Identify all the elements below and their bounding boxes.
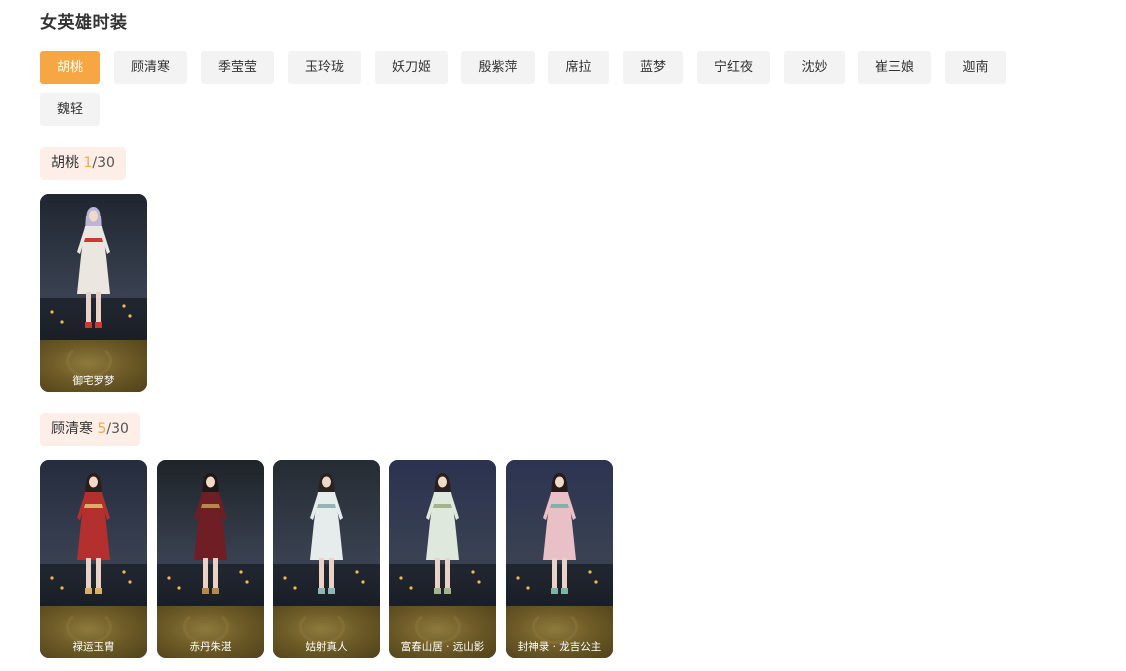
total-count: /30: [106, 421, 129, 437]
skin-portrait: [506, 460, 613, 606]
tab-yinziping[interactable]: 殷紫萍: [461, 51, 535, 84]
skin-name: 赤丹朱湛: [189, 641, 232, 653]
skin-portrait: [40, 194, 147, 340]
skin-name: 御宅罗梦: [72, 375, 115, 387]
skin-name: 姑射真人: [305, 641, 348, 653]
skin-card[interactable]: 富春山居 · 远山影: [389, 460, 496, 658]
skin-portrait: [157, 460, 264, 606]
tab-ninghongye[interactable]: 宁红夜: [697, 51, 770, 84]
section-header-hutao: 胡桃 1/30: [40, 147, 126, 180]
skin-card[interactable]: 御宅罗梦: [40, 194, 147, 392]
tab-cuisanniang[interactable]: 崔三娘: [858, 51, 931, 84]
skin-name: 禄运玉胄: [72, 641, 115, 653]
skin-portrait: [389, 460, 496, 606]
total-count: /30: [92, 155, 115, 171]
skin-name: 封神录 · 龙吉公主: [517, 641, 602, 653]
tab-guqinghan[interactable]: 顾清寒: [114, 51, 187, 84]
section-hero-name: 胡桃: [51, 155, 79, 171]
tab-shenmiao[interactable]: 沈妙: [784, 51, 845, 84]
tab-jianan[interactable]: 迦南: [945, 51, 1006, 84]
tab-weiqing[interactable]: 魏轻: [40, 93, 100, 126]
skin-card[interactable]: 禄运玉胄: [40, 460, 147, 658]
skin-portrait: [40, 460, 147, 606]
skin-card[interactable]: 赤丹朱湛: [157, 460, 264, 658]
skin-name: 富春山居 · 远山影: [400, 641, 485, 653]
section-header-guqinghan: 顾清寒 5/30: [40, 413, 140, 446]
tab-yulinglong[interactable]: 玉玲珑: [288, 51, 361, 84]
tab-lanmeng[interactable]: 蓝梦: [623, 51, 683, 84]
tab-yaodaoji[interactable]: 妖刀姬: [375, 51, 448, 84]
skin-card[interactable]: 姑射真人: [273, 460, 380, 658]
tab-xila[interactable]: 席拉: [548, 51, 609, 84]
tab-jiyingying[interactable]: 季莹莹: [201, 51, 274, 84]
page-title: 女英雄时装: [40, 13, 128, 33]
skin-portrait: [273, 460, 380, 606]
section-hero-name: 顾清寒: [51, 421, 93, 437]
tab-hutao[interactable]: 胡桃: [40, 51, 100, 84]
skin-card[interactable]: 封神录 · 龙吉公主: [506, 460, 613, 658]
